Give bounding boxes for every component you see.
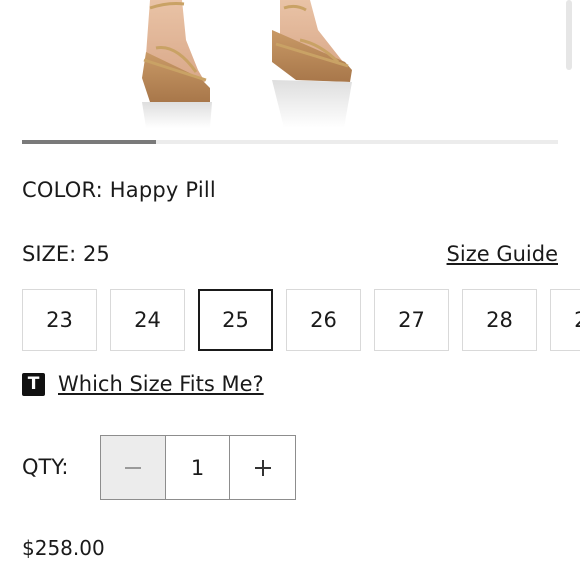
truefit-icon: T	[22, 372, 45, 396]
minus-icon	[124, 466, 141, 469]
size-options: 23242526272829	[22, 289, 580, 353]
gallery-progress-bar	[22, 140, 558, 144]
qty-label: QTY:	[22, 455, 69, 479]
plus-icon	[254, 459, 271, 476]
size-fit-link[interactable]: Which Size Fits Me?	[58, 372, 264, 396]
size-option-24[interactable]: 24	[110, 289, 185, 351]
size-guide-link[interactable]: Size Guide	[447, 242, 558, 266]
size-option-26[interactable]: 26	[286, 289, 361, 351]
product-image-gallery[interactable]	[0, 0, 580, 132]
size-row: SIZE: 25	[22, 242, 110, 266]
page-scrollbar[interactable]	[566, 0, 572, 70]
sandal-image	[142, 0, 352, 128]
qty-value[interactable]: 1	[165, 436, 231, 499]
color-label: COLOR:	[22, 178, 103, 202]
size-option-25[interactable]: 25	[198, 289, 273, 351]
size-label: SIZE:	[22, 242, 77, 266]
gallery-progress-fill	[22, 140, 156, 144]
color-row: COLOR: Happy Pill	[22, 178, 216, 202]
size-option-29[interactable]: 29	[550, 289, 580, 351]
size-option-27[interactable]: 27	[374, 289, 449, 351]
price: $258.00	[22, 536, 105, 560]
quantity-stepper: 1	[100, 435, 296, 500]
color-value: Happy Pill	[109, 178, 216, 202]
size-value: 25	[82, 242, 110, 266]
fit-row[interactable]: T Which Size Fits Me?	[22, 372, 264, 396]
qty-decrement-button[interactable]	[101, 436, 166, 499]
size-option-23[interactable]: 23	[22, 289, 97, 351]
qty-increment-button[interactable]	[230, 436, 295, 499]
size-option-28[interactable]: 28	[462, 289, 537, 351]
